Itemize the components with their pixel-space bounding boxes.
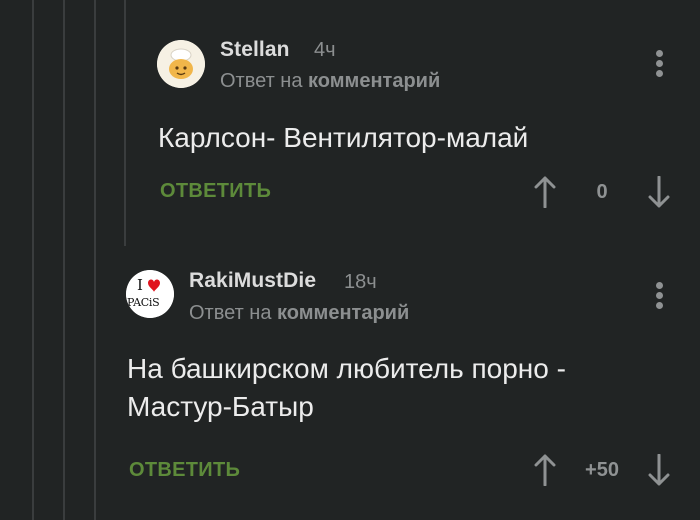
comment-body: На башкирском любитель порно - Мастур-Ба… xyxy=(127,350,566,426)
comment-author[interactable]: Stellan xyxy=(220,38,290,62)
avatar-text-bottom: PACiS xyxy=(127,296,160,309)
reply-to-label: Ответ на комментарий xyxy=(189,302,409,325)
comment-time: 18ч xyxy=(344,271,377,293)
comment-body: Карлсон- Вентилятор-малай xyxy=(158,122,529,153)
more-menu-icon[interactable] xyxy=(652,282,666,316)
comment-body-line: Мастур-Батыр xyxy=(127,391,314,422)
upvote-arrow-icon[interactable] xyxy=(534,454,556,491)
upvote-arrow-icon[interactable] xyxy=(534,176,556,213)
reply-to-prefix: Ответ на xyxy=(189,302,272,324)
comment-author[interactable]: RakiMustDie xyxy=(189,269,316,293)
downvote-arrow-icon[interactable] xyxy=(648,453,670,491)
comment-score: +50 xyxy=(585,459,619,481)
downvote-arrow-icon[interactable] xyxy=(648,175,670,213)
reply-to-link[interactable]: комментарий xyxy=(308,70,440,92)
comment: Stellan 4ч Ответ на комментарий Карлсон-… xyxy=(0,0,700,250)
reply-to-label: Ответ на комментарий xyxy=(220,70,440,93)
avatar-text-top: I xyxy=(137,276,143,294)
reply-to-prefix: Ответ на xyxy=(220,70,303,92)
reply-to-link[interactable]: комментарий xyxy=(277,302,409,324)
comment-body-line: На башкирском любитель порно - xyxy=(127,353,566,384)
comment: I PACiS RakiMustDie 18ч Ответ на коммент… xyxy=(0,250,700,520)
reply-button[interactable]: ОТВЕТИТЬ xyxy=(129,459,240,482)
avatar[interactable] xyxy=(157,40,205,88)
more-menu-icon[interactable] xyxy=(652,50,666,84)
comment-time: 4ч xyxy=(314,39,336,61)
reply-button[interactable]: ОТВЕТИТЬ xyxy=(160,180,271,203)
comment-score: 0 xyxy=(596,181,608,203)
avatar[interactable]: I PACiS xyxy=(126,270,174,318)
